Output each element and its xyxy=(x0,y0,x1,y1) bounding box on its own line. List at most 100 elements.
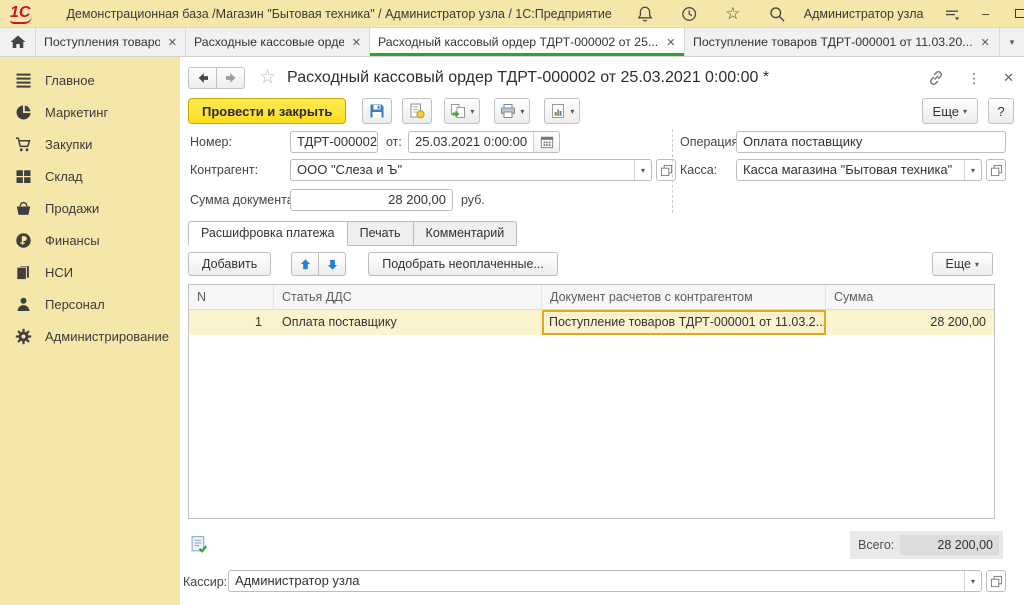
tab-rashodny-kassovy-order-active[interactable]: Расходный кассовый ордер ТДРТ-000002 от … xyxy=(370,28,685,56)
create-based-on-button[interactable]: ▾ xyxy=(444,98,480,124)
cashbox-open-button[interactable] xyxy=(986,159,1006,181)
chevron-down-icon: ▾ xyxy=(641,166,645,175)
tab-payment-details[interactable]: Расшифровка платежа xyxy=(188,221,348,246)
form-close-icon[interactable]: ✕ xyxy=(1003,70,1014,86)
cashier-dropdown[interactable]: ▾ xyxy=(964,571,981,591)
tab-close-icon[interactable]: ✕ xyxy=(352,36,361,49)
tab-close-icon[interactable]: ✕ xyxy=(168,36,177,49)
sidebar-item-warehouse[interactable]: Склад xyxy=(0,160,180,192)
sidebar-item-purchases[interactable]: Закупки xyxy=(0,128,180,160)
chevron-down-icon: ▾ xyxy=(971,577,975,586)
history-icon[interactable] xyxy=(678,3,700,25)
shopping-cart-icon xyxy=(15,136,32,153)
sidebar-item-label: Персонал xyxy=(45,297,105,312)
arrow-right-icon xyxy=(223,70,239,86)
sidebar-item-finance[interactable]: Финансы xyxy=(0,224,180,256)
sidebar-item-label: Склад xyxy=(45,169,83,184)
arrow-down-icon xyxy=(326,258,339,271)
tab-print[interactable]: Печать xyxy=(348,221,414,246)
tab-overflow-dropdown[interactable]: ▾ xyxy=(1000,28,1024,56)
operation-input[interactable]: Оплата поставщику xyxy=(736,131,1006,153)
maximize-glyph xyxy=(1015,9,1024,18)
column-header-amount[interactable]: Сумма xyxy=(826,285,994,309)
more-button-label: Еще xyxy=(933,104,959,119)
basket-icon xyxy=(15,200,32,217)
tab-postupleniya-tovarov[interactable]: Поступления товаров ✕ xyxy=(36,28,186,56)
cell-settlement-doc-selected[interactable]: Поступление товаров ТДРТ-000001 от 11.03… xyxy=(542,310,826,335)
document-movements-button[interactable] xyxy=(190,535,210,555)
help-button[interactable]: ? xyxy=(988,98,1014,124)
sidebar-item-sales[interactable]: Продажи xyxy=(0,192,180,224)
post-and-close-button[interactable]: Провести и закрыть xyxy=(188,98,346,124)
more-actions-kebab-icon[interactable]: ⋮ xyxy=(967,70,981,87)
arrow-left-icon xyxy=(195,70,211,86)
number-input[interactable]: ТДРТ-000002 xyxy=(290,131,378,153)
chevron-down-icon: ▾ xyxy=(570,107,574,116)
column-header-settlement-doc[interactable]: Документ расчетов с контрагентом xyxy=(542,285,826,309)
move-row-down-button[interactable] xyxy=(318,252,346,276)
home-tab[interactable] xyxy=(0,28,36,56)
sidebar-item-label: Продажи xyxy=(45,201,99,216)
tab-postuplenie-tovarov-doc[interactable]: Поступление товаров ТДРТ-000001 от 11.03… xyxy=(685,28,1000,56)
table-row[interactable]: 1 Оплата поставщику Поступление товаров … xyxy=(189,310,994,335)
ruble-circle-icon xyxy=(15,232,32,249)
sidebar-item-label: Главное xyxy=(45,73,95,88)
notifications-bell-icon[interactable] xyxy=(634,3,656,25)
maximize-icon[interactable] xyxy=(1010,4,1024,24)
tab-close-icon[interactable]: ✕ xyxy=(980,36,989,49)
sidebar-item-main[interactable]: Главное xyxy=(0,64,180,96)
calendar-icon xyxy=(540,135,554,149)
tab-rashodnye-kassovye-ordera[interactable]: Расходные кассовые ордера ✕ xyxy=(186,28,370,56)
cashier-value: Администратор узла xyxy=(229,571,964,591)
sidebar-item-personnel[interactable]: Персонал xyxy=(0,288,180,320)
sidebar-item-marketing[interactable]: Маркетинг xyxy=(0,96,180,128)
cashbox-dropdown[interactable]: ▾ xyxy=(964,160,981,180)
grid-more-button[interactable]: Еще ▾ xyxy=(932,252,993,276)
post-document-button[interactable] xyxy=(402,98,432,124)
cell-amount[interactable]: 28 200,00 xyxy=(826,310,994,335)
cashier-open-button[interactable] xyxy=(986,570,1006,592)
current-user[interactable]: Администратор узла xyxy=(804,7,924,21)
arrow-up-icon xyxy=(299,258,312,271)
document-form: ☆ Расходный кассовый ордер ТДРТ-000002 о… xyxy=(180,57,1024,605)
printer-icon xyxy=(500,103,516,119)
sidebar-item-label: Маркетинг xyxy=(45,105,108,120)
column-header-n[interactable]: N xyxy=(189,285,274,309)
date-value: 25.03.2021 0:00:00 xyxy=(409,132,533,152)
counterparty-input[interactable]: ООО "Слеза и Ъ" ▾ xyxy=(290,159,652,181)
more-button[interactable]: Еще ▾ xyxy=(922,98,978,124)
cell-article[interactable]: Оплата поставщику xyxy=(274,310,542,335)
service-menu-icon[interactable] xyxy=(942,4,962,24)
search-icon[interactable] xyxy=(766,3,788,25)
print-button[interactable]: ▾ xyxy=(494,98,530,124)
tab-close-icon[interactable]: ✕ xyxy=(666,36,675,49)
sidebar-item-administration[interactable]: Администрирование xyxy=(0,320,180,352)
date-label: от: xyxy=(386,131,402,153)
calendar-button[interactable] xyxy=(533,132,559,152)
person-icon xyxy=(15,296,32,313)
form-page-tabs: Расшифровка платежа Печать Комментарий xyxy=(188,221,517,246)
move-row-up-button[interactable] xyxy=(291,252,319,276)
counterparty-open-button[interactable] xyxy=(656,159,676,181)
pick-unpaid-button[interactable]: Подобрать неоплаченные... xyxy=(368,252,558,276)
tab-label: Расходный кассовый ордер ТДРТ-000002 от … xyxy=(378,35,658,49)
cell-row-number[interactable]: 1 xyxy=(189,310,274,335)
tab-comment[interactable]: Комментарий xyxy=(414,221,518,246)
favorites-star-icon[interactable]: ☆ xyxy=(722,3,744,25)
reports-button[interactable]: ▾ xyxy=(544,98,580,124)
date-input[interactable]: 25.03.2021 0:00:00 xyxy=(408,131,560,153)
save-button[interactable] xyxy=(362,98,392,124)
cashbox-input[interactable]: Касса магазина "Бытовая техника" ▾ xyxy=(736,159,982,181)
counterparty-dropdown[interactable]: ▾ xyxy=(634,160,651,180)
column-header-article[interactable]: Статья ДДС xyxy=(274,285,542,309)
cashier-input[interactable]: Администратор узла ▾ xyxy=(228,570,982,592)
add-row-button[interactable]: Добавить xyxy=(188,252,271,276)
back-button[interactable] xyxy=(188,67,217,89)
forward-button[interactable] xyxy=(216,67,245,89)
minimize-icon[interactable]: – xyxy=(976,4,996,24)
amount-input[interactable]: 28 200,00 xyxy=(290,189,453,211)
get-link-icon[interactable] xyxy=(927,69,945,87)
sidebar-item-nsi[interactable]: НСИ xyxy=(0,256,180,288)
window-titlebar: 1С Демонстрационная база /Магазин "Бытов… xyxy=(0,0,1024,28)
favorite-star-icon[interactable]: ☆ xyxy=(259,68,276,88)
